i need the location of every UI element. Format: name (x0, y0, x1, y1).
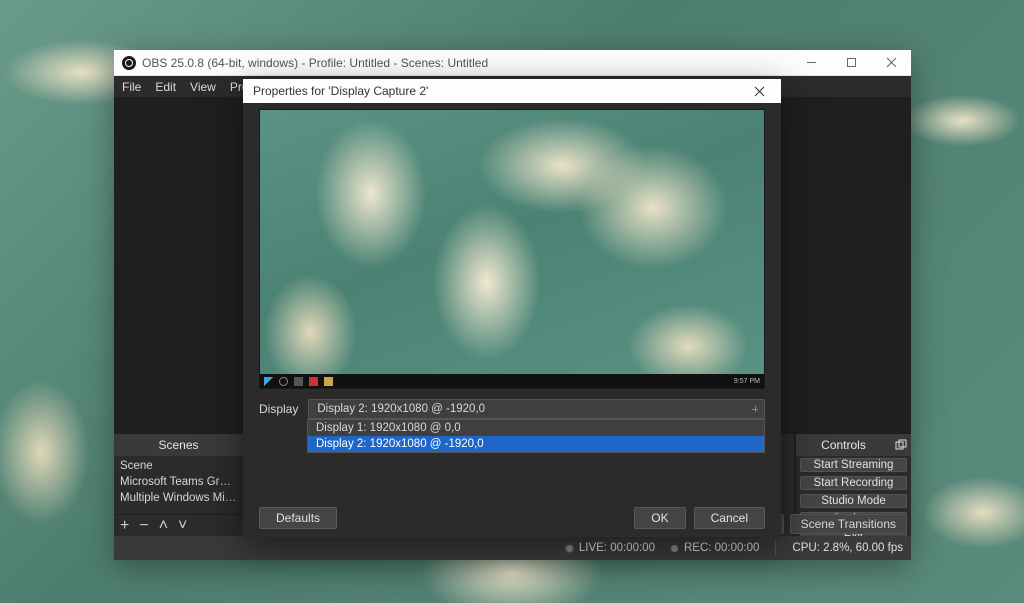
preview-clock: 9:57 PM (734, 378, 760, 385)
display-select[interactable]: Display 2: 1920x1080 @ -1920,0 (308, 399, 765, 419)
scene-down-icon[interactable]: ˅ (178, 518, 187, 534)
cancel-button[interactable]: Cancel (694, 507, 765, 529)
scenes-panel: Scenes Scene Microsoft Teams Green Scree… (114, 434, 244, 536)
live-status: LIVE: 00:00:00 (566, 542, 655, 554)
start-recording-button[interactable]: Start Recording (800, 476, 907, 490)
scene-up-icon[interactable]: ˄ (159, 518, 168, 534)
menu-file[interactable]: File (122, 80, 141, 94)
ok-button[interactable]: OK (634, 507, 685, 529)
windows-start-icon (264, 377, 273, 386)
obs-titlebar[interactable]: OBS 25.0.8 (64-bit, windows) - Profile: … (114, 50, 911, 76)
maximize-button[interactable] (831, 50, 871, 75)
popout-icon[interactable] (891, 434, 911, 456)
display-label: Display (259, 402, 298, 416)
add-scene-icon[interactable]: + (120, 518, 129, 534)
display-dropdown-list[interactable]: Display 1: 1920x1080 @ 0,0 Display 2: 19… (307, 419, 765, 453)
taskbar-app-icon (309, 377, 318, 386)
display-option-1[interactable]: Display 1: 1920x1080 @ 0,0 (308, 420, 764, 436)
defaults-button[interactable]: Defaults (259, 507, 337, 529)
rec-dot-icon (671, 545, 678, 552)
cortana-icon (279, 377, 288, 386)
live-dot-icon (566, 545, 573, 552)
properties-title: Properties for 'Display Capture 2' (253, 84, 741, 98)
start-streaming-button[interactable]: Start Streaming (800, 458, 907, 472)
obs-window-title: OBS 25.0.8 (64-bit, windows) - Profile: … (142, 56, 791, 70)
studio-mode-button[interactable]: Studio Mode (800, 494, 907, 508)
minimize-button[interactable] (791, 50, 831, 75)
preview-taskbar: 9:57 PM (260, 374, 764, 388)
rec-status: REC: 00:00:00 (671, 542, 759, 554)
taskview-icon (294, 377, 303, 386)
scene-item[interactable]: Scene (114, 458, 243, 474)
properties-titlebar[interactable]: Properties for 'Display Capture 2' (243, 79, 781, 103)
dialog-close-button[interactable] (741, 79, 777, 103)
properties-dialog: Properties for 'Display Capture 2' 9:57 … (243, 79, 781, 537)
obs-app-icon (122, 56, 136, 70)
scene-item[interactable]: Microsoft Teams Green Screen (114, 474, 243, 490)
menu-view[interactable]: View (190, 80, 216, 94)
scene-item[interactable]: Multiple Windows Microsoft Te (114, 490, 243, 506)
close-button[interactable] (871, 50, 911, 75)
explorer-icon (324, 377, 333, 386)
scenes-list[interactable]: Scene Microsoft Teams Green Screen Multi… (114, 456, 243, 514)
scenes-header: Scenes (114, 434, 243, 456)
controls-header: Controls (796, 434, 891, 456)
scenes-toolbar: + − ˄ ˅ (114, 514, 243, 536)
status-bar: LIVE: 00:00:00 REC: 00:00:00 CPU: 2.8%, … (114, 536, 911, 560)
display-option-2[interactable]: Display 2: 1920x1080 @ -1920,0 (308, 436, 764, 452)
menu-edit[interactable]: Edit (155, 80, 176, 94)
remove-scene-icon[interactable]: − (139, 518, 148, 534)
capture-preview: 9:57 PM (259, 109, 765, 389)
scene-transitions-button[interactable]: Scene Transitions (790, 514, 907, 534)
cpu-status: CPU: 2.8%, 60.00 fps (792, 542, 903, 554)
status-divider (775, 541, 776, 555)
